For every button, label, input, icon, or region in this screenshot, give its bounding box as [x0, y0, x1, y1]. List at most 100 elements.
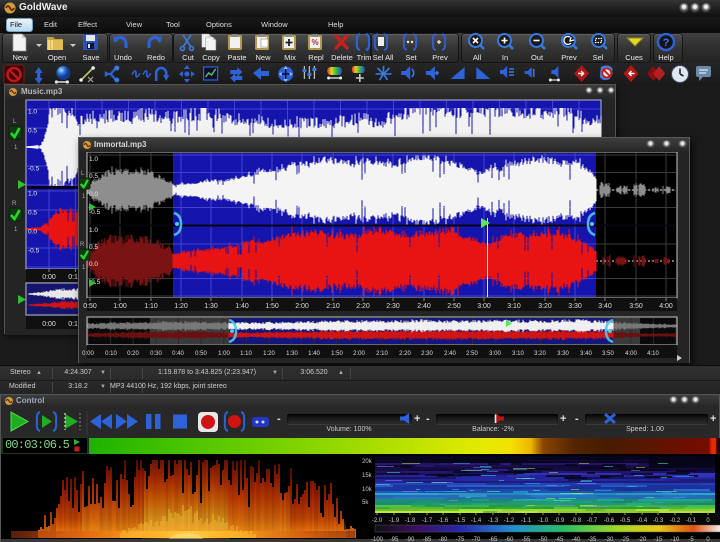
svg-text:-60: -60	[505, 537, 514, 542]
svg-text:0: 0	[706, 537, 710, 542]
svg-text:2:30: 2:30	[421, 351, 433, 357]
svg-text:0.0: 0.0	[28, 229, 37, 236]
svg-text:-20: -20	[638, 537, 647, 542]
svg-text:-15: -15	[654, 537, 663, 542]
svg-text:-1.1: -1.1	[521, 518, 532, 524]
svg-text:3:50: 3:50	[629, 303, 643, 310]
svg-text:1:20: 1:20	[174, 303, 188, 310]
svg-text:0:50: 0:50	[195, 351, 207, 357]
svg-text:-0.5: -0.5	[28, 166, 40, 173]
svg-text:1:50: 1:50	[265, 303, 279, 310]
svg-text:R: R	[12, 201, 17, 207]
svg-text:-95: -95	[390, 537, 399, 542]
svg-text:4:00: 4:00	[625, 351, 637, 357]
svg-text:1:40: 1:40	[308, 351, 320, 357]
svg-text:1:50: 1:50	[331, 351, 343, 357]
svg-text:1.0: 1.0	[89, 156, 98, 163]
svg-text:0:50: 0:50	[83, 303, 97, 310]
svg-text:1.0: 1.0	[28, 191, 37, 198]
svg-text:5k: 5k	[362, 500, 369, 506]
svg-text:-65: -65	[489, 537, 498, 542]
svg-text:-1.9: -1.9	[389, 518, 400, 524]
svg-text:-1.2: -1.2	[504, 518, 515, 524]
svg-text:-1.4: -1.4	[471, 518, 482, 524]
svg-text:0:40: 0:40	[172, 351, 184, 357]
svg-text:-1.3: -1.3	[488, 518, 499, 524]
svg-text:3:00: 3:00	[489, 351, 501, 357]
svg-text:1:20: 1:20	[263, 351, 275, 357]
svg-text:0:00: 0:00	[42, 274, 56, 281]
svg-text:-2.0: -2.0	[372, 518, 383, 524]
svg-text:2:40: 2:40	[444, 351, 456, 357]
svg-text:-0.6: -0.6	[604, 518, 615, 524]
svg-text:0.5: 0.5	[89, 173, 98, 180]
svg-text:3:30: 3:30	[557, 351, 569, 357]
svg-text:-40: -40	[572, 537, 581, 542]
svg-text:-35: -35	[588, 537, 597, 542]
svg-text:2:00: 2:00	[353, 351, 365, 357]
svg-text:1:30: 1:30	[204, 303, 218, 310]
svg-text:1:30: 1:30	[286, 351, 298, 357]
svg-text:10k: 10k	[362, 487, 373, 493]
svg-text:-0.1: -0.1	[686, 518, 697, 524]
svg-text:15k: 15k	[362, 473, 373, 479]
svg-text:-100: -100	[371, 537, 384, 542]
svg-text:3:30: 3:30	[568, 303, 582, 310]
svg-text:0.5: 0.5	[89, 244, 98, 251]
svg-text:-0.4: -0.4	[637, 518, 648, 524]
svg-text:1:00: 1:00	[113, 303, 127, 310]
svg-text:-0.8: -0.8	[571, 518, 582, 524]
svg-text:2:50: 2:50	[466, 351, 478, 357]
svg-text:-0.3: -0.3	[653, 518, 664, 524]
svg-text:0:00: 0:00	[42, 321, 56, 328]
svg-text:2:50: 2:50	[447, 303, 461, 310]
svg-text:?: ?	[663, 37, 670, 49]
svg-text:-55: -55	[522, 537, 531, 542]
svg-text:2:10: 2:10	[326, 303, 340, 310]
svg-text:0:30: 0:30	[150, 351, 162, 357]
svg-text:3:10: 3:10	[507, 303, 521, 310]
svg-text:0:10: 0:10	[105, 351, 117, 357]
svg-text:-25: -25	[621, 537, 630, 542]
svg-text:3:20: 3:20	[534, 351, 546, 357]
svg-text:-0.7: -0.7	[587, 518, 598, 524]
svg-text:-5: -5	[688, 537, 694, 542]
svg-text:-80: -80	[439, 537, 448, 542]
svg-text:3:10: 3:10	[512, 351, 524, 357]
svg-text:1.0: 1.0	[28, 109, 37, 116]
svg-text:2:20: 2:20	[356, 303, 370, 310]
svg-text:-0.5: -0.5	[89, 209, 101, 216]
svg-text:3:00: 3:00	[477, 303, 491, 310]
svg-text:-90: -90	[406, 537, 415, 542]
svg-text:1:00: 1:00	[218, 351, 230, 357]
svg-text:-0.5: -0.5	[28, 248, 40, 255]
svg-text:-10: -10	[671, 537, 680, 542]
svg-text:3:40: 3:40	[580, 351, 592, 357]
svg-text:-70: -70	[472, 537, 481, 542]
svg-text:0:20: 0:20	[127, 351, 139, 357]
svg-text:-1.7: -1.7	[422, 518, 433, 524]
svg-text:-85: -85	[423, 537, 432, 542]
svg-text:0.0: 0.0	[89, 191, 98, 198]
svg-text:-50: -50	[539, 537, 548, 542]
svg-text:0.5: 0.5	[28, 128, 37, 135]
svg-text:3:40: 3:40	[598, 303, 612, 310]
svg-text:20k: 20k	[362, 459, 373, 465]
svg-text:-0.5: -0.5	[620, 518, 631, 524]
svg-text:1.0: 1.0	[89, 227, 98, 234]
svg-text:-30: -30	[605, 537, 614, 542]
svg-text:2:10: 2:10	[376, 351, 388, 357]
svg-text:0.0: 0.0	[89, 261, 98, 268]
svg-text:-75: -75	[456, 537, 465, 542]
svg-text:R: R	[80, 242, 85, 248]
svg-text:3:50: 3:50	[602, 351, 614, 357]
svg-text:-1.0: -1.0	[538, 518, 549, 524]
svg-text:0:00: 0:00	[82, 351, 94, 357]
svg-text:-1.5: -1.5	[455, 518, 466, 524]
svg-text:-0.9: -0.9	[554, 518, 565, 524]
svg-text:1:10: 1:10	[240, 351, 252, 357]
svg-text:0.5: 0.5	[28, 210, 37, 217]
svg-text:2:20: 2:20	[399, 351, 411, 357]
svg-text:-0.2: -0.2	[670, 518, 681, 524]
svg-text:2:30: 2:30	[386, 303, 400, 310]
